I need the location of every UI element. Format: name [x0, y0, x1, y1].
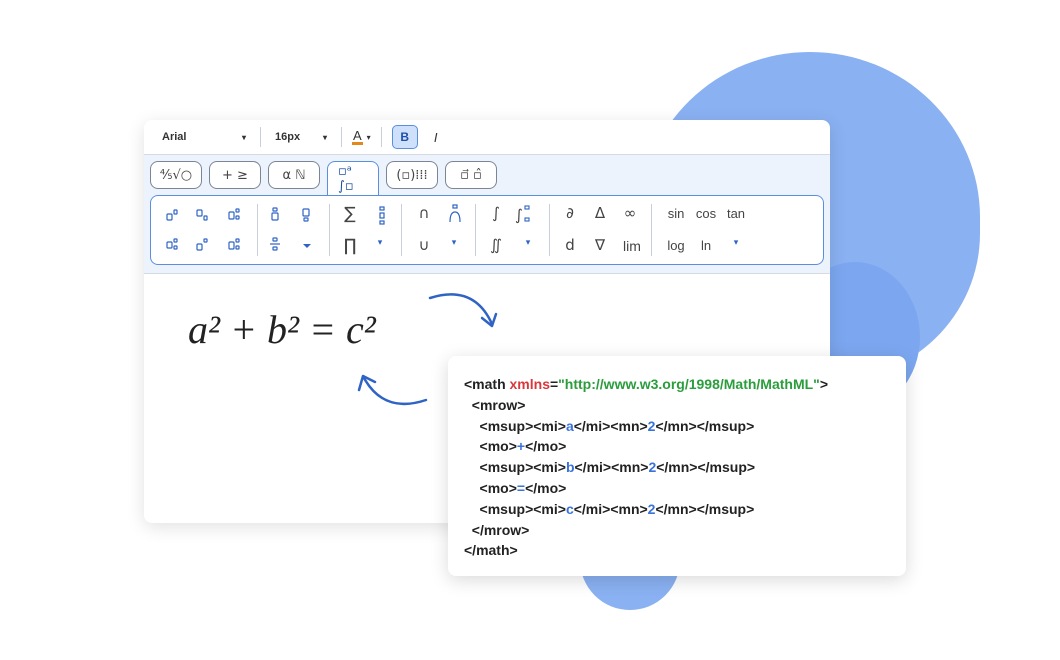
toolbar-divider: [380, 127, 382, 147]
font-family-select[interactable]: Arial ▾: [158, 131, 250, 143]
symbol-palette: ∑ ∏ ▾ ∩ ∪ ▾ ∫ ∬ ∫ ▾ ∂ Δ ∞ d ∇ lim sin co…: [150, 195, 824, 265]
partial-symbol[interactable]: ∂: [557, 204, 583, 222]
code-value: +: [516, 438, 526, 455]
code-token: <mo>: [464, 438, 517, 455]
nabla-symbol[interactable]: ∇: [587, 236, 613, 254]
chevron-down-icon: ▾: [322, 132, 327, 142]
code-value: =: [516, 479, 526, 496]
cos-function[interactable]: cos: [691, 206, 721, 221]
chevron-down-icon[interactable]: ▾: [515, 238, 541, 248]
symbol-tabs-area: ⅘√○ + ≥ α ℕ ▫ᵃ ∫▫ (▫)⁞⁞⁞ ▫⃗ ▫̂ ∑ ∏ ▾ ∩ ∪…: [144, 155, 830, 274]
mathml-code-card: <math xmlns="http://www.w3.org/1998/Math…: [448, 356, 906, 576]
tab-fractions-roots[interactable]: ⅘√○: [150, 161, 202, 189]
code-token: </mn></msup>: [655, 500, 755, 517]
double-integral-symbol[interactable]: ∬: [483, 236, 509, 254]
code-string: "http://www.w3.org/1998/Math/MathML": [558, 376, 820, 392]
svg-text:∫: ∫: [515, 206, 523, 224]
code-token: </mo>: [525, 438, 567, 455]
product-symbol[interactable]: ∏: [337, 236, 363, 256]
font-color-icon: A: [352, 127, 363, 145]
code-value: c: [565, 500, 574, 517]
code-token: <msup><mi>: [464, 459, 566, 476]
chevron-down-icon[interactable]: ▾: [723, 238, 749, 248]
palette-divider: [257, 204, 258, 256]
tab-symbols[interactable]: α ℕ: [268, 161, 320, 189]
infinity-symbol[interactable]: ∞: [617, 204, 643, 222]
toolbar-divider: [260, 127, 261, 147]
code-value: a: [565, 417, 574, 434]
code-line: </mrow>: [464, 521, 530, 538]
chevron-down-icon: ▾: [366, 132, 371, 142]
palette-divider: [329, 204, 330, 256]
formula-display: a² + b² = c²: [188, 306, 376, 353]
code-token: <math: [464, 376, 510, 392]
italic-button[interactable]: I: [426, 130, 446, 145]
union-symbol[interactable]: ∪: [411, 236, 437, 254]
delta-symbol[interactable]: Δ: [587, 204, 613, 222]
formula-text: a² + b² = c²: [188, 307, 376, 352]
code-token: </mi><mn>: [573, 500, 648, 517]
code-token: <mo>: [464, 479, 517, 496]
font-size-value: 16px: [275, 131, 301, 143]
code-token: >: [819, 376, 829, 392]
palette-divider: [475, 204, 476, 256]
limit-symbol[interactable]: lim: [617, 238, 647, 254]
code-value: b: [565, 459, 575, 476]
font-size-select[interactable]: 16px ▾: [271, 131, 331, 143]
mathml-code: <math xmlns="http://www.w3.org/1998/Math…: [464, 374, 828, 561]
tab-brackets-matrices[interactable]: (▫)⁞⁞⁞: [386, 161, 438, 189]
chevron-down-icon[interactable]: ▾: [367, 238, 393, 248]
tan-function[interactable]: tan: [721, 206, 751, 221]
palette-divider: [651, 204, 652, 256]
symbol-tabs: ⅘√○ + ≥ α ℕ ▫ᵃ ∫▫ (▫)⁞⁞⁞ ▫⃗ ▫̂: [150, 161, 504, 196]
code-token: </mo>: [525, 479, 567, 496]
intersection-symbol[interactable]: ∩: [411, 204, 437, 222]
code-attribute: xmlns: [509, 376, 550, 392]
integral-limits-icon[interactable]: ∫: [513, 204, 535, 226]
palette-divider: [549, 204, 550, 256]
code-token: =: [549, 376, 559, 392]
toolbar-divider: [341, 127, 342, 147]
arrow-right-icon: [428, 293, 498, 328]
formatting-toolbar: Arial ▾ 16px ▾ A ▾ B I: [144, 120, 830, 155]
differential-symbol[interactable]: d: [557, 236, 583, 254]
chevron-down-icon: ▾: [241, 132, 246, 142]
sin-function[interactable]: sin: [661, 206, 691, 221]
over-under-templates-icon[interactable]: [263, 206, 333, 258]
vertical-limits-icon[interactable]: [373, 206, 393, 226]
code-token: </mn></msup>: [656, 459, 756, 476]
log-function[interactable]: log: [661, 238, 691, 253]
code-token: <msup><mi>: [464, 417, 566, 434]
script-templates-icon[interactable]: [163, 206, 253, 258]
code-token: <msup><mi>: [464, 500, 566, 517]
chevron-down-icon[interactable]: ▾: [441, 238, 467, 248]
code-line: <mrow>: [464, 396, 526, 413]
sum-symbol[interactable]: ∑: [337, 204, 363, 224]
tab-scripts-integrals[interactable]: ▫ᵃ ∫▫: [327, 161, 379, 196]
font-family-value: Arial: [162, 131, 187, 143]
code-token: </mi><mn>: [573, 417, 648, 434]
code-token: </mn></msup>: [655, 417, 755, 434]
code-token: </mi><mn>: [574, 459, 649, 476]
bold-button[interactable]: B: [391, 125, 418, 149]
integral-symbol[interactable]: ∫: [483, 204, 509, 222]
font-color-button[interactable]: A ▾: [352, 127, 371, 145]
palette-divider: [401, 204, 402, 256]
ln-function[interactable]: ln: [691, 238, 721, 253]
tab-decorations[interactable]: ▫⃗ ▫̂: [445, 161, 497, 189]
code-line: </math>: [464, 542, 518, 559]
arrow-left-icon: [357, 374, 428, 406]
circle-limits-icon[interactable]: [445, 204, 465, 226]
tab-operators[interactable]: + ≥: [209, 161, 261, 189]
